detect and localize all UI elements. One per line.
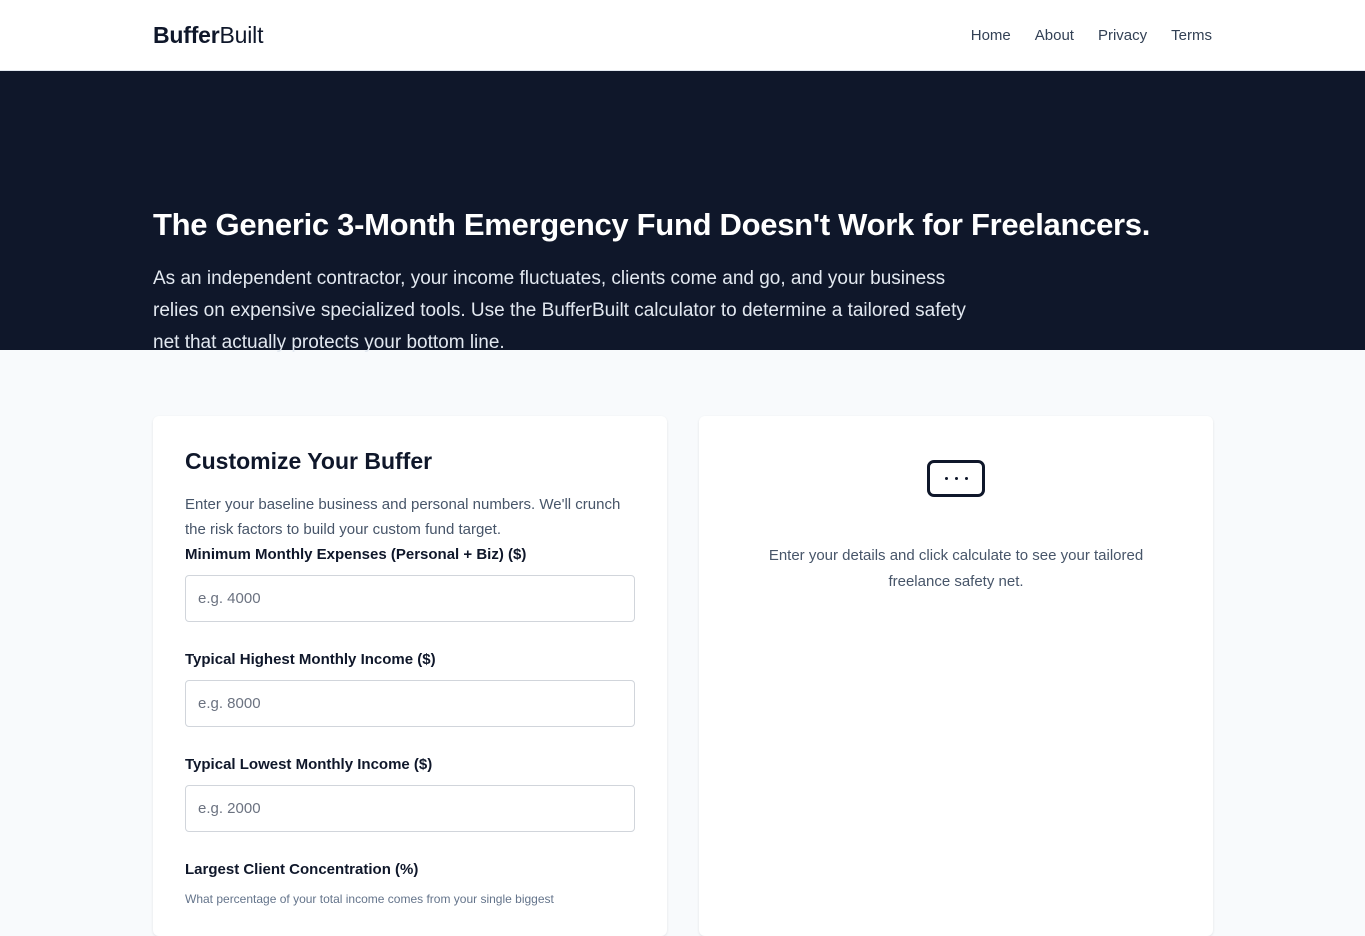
nav-privacy-link[interactable]: Privacy bbox=[1098, 27, 1147, 44]
result-placeholder-text: Enter your details and click calculate t… bbox=[768, 547, 1144, 590]
brand-bold: Buffer bbox=[153, 21, 220, 48]
lowest-income-label: Typical Lowest Monthly Income ($) bbox=[185, 756, 433, 773]
nav-about-link[interactable]: About bbox=[1035, 27, 1074, 44]
nav-home-link[interactable]: Home bbox=[971, 27, 1011, 44]
calculator-form-card: Customize Your Buffer Enter your baselin… bbox=[153, 416, 667, 936]
form-intro: Enter your baseline business and persona… bbox=[185, 496, 621, 538]
hero-section: The Generic 3-Month Emergency Fund Doesn… bbox=[0, 71, 1365, 353]
top-navbar: BufferBuilt Home About Privacy Terms bbox=[0, 0, 1365, 71]
hero-subtitle: As an independent contractor, your incom… bbox=[153, 268, 966, 353]
brand-logo[interactable]: BufferBuilt bbox=[153, 22, 263, 49]
hero-title: The Generic 3-Month Emergency Fund Doesn… bbox=[153, 207, 1151, 242]
nav-terms-link[interactable]: Terms bbox=[1171, 27, 1212, 44]
highest-income-input[interactable] bbox=[185, 680, 635, 727]
min-expenses-input[interactable] bbox=[185, 575, 635, 622]
results-card: Enter your details and click calculate t… bbox=[699, 416, 1213, 936]
client-concentration-label: Largest Client Concentration (%) bbox=[185, 861, 419, 878]
min-expenses-label: Minimum Monthly Expenses (Personal + Biz… bbox=[185, 546, 527, 563]
ellipsis-box-icon bbox=[927, 460, 985, 497]
brand-regular: Built bbox=[219, 21, 264, 48]
highest-income-label: Typical Highest Monthly Income ($) bbox=[185, 651, 436, 668]
client-concentration-help: What percentage of your total income com… bbox=[185, 892, 554, 906]
main-nav: Home About Privacy Terms bbox=[971, 27, 1212, 44]
form-title: Customize Your Buffer bbox=[185, 448, 433, 474]
lowest-income-input[interactable] bbox=[185, 785, 635, 832]
